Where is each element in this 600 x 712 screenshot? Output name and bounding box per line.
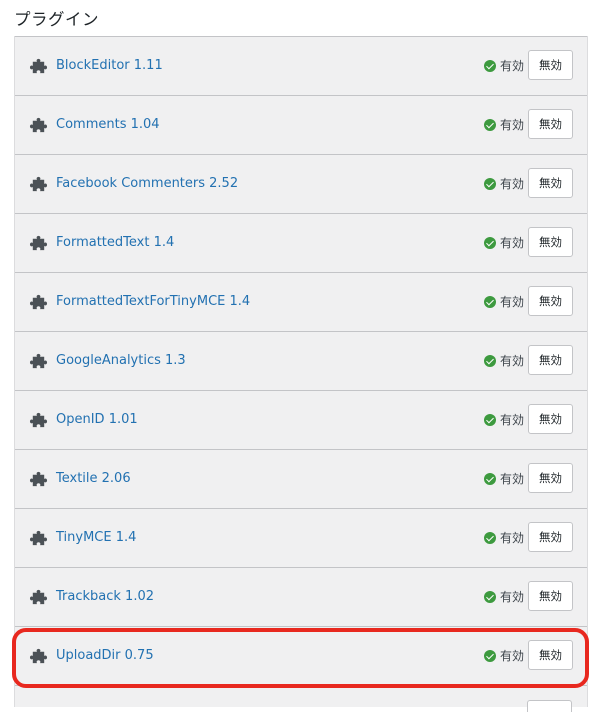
status-badge: 有効 — [484, 529, 524, 547]
puzzle-icon — [29, 588, 48, 607]
check-circle-icon — [484, 650, 496, 662]
plugin-row: Comments 1.04 有効 無効 — [15, 95, 587, 154]
check-circle-icon — [484, 591, 496, 603]
check-circle-icon — [484, 355, 496, 367]
check-circle-icon — [484, 473, 496, 485]
status-badge: 有効 — [484, 57, 524, 75]
status-badge: 有効 — [484, 293, 524, 311]
plugin-row: FormattedText 1.4 有効 無効 — [15, 213, 587, 272]
check-circle-icon — [484, 414, 496, 426]
deactivate-button[interactable]: 無効 — [528, 109, 573, 139]
puzzle-icon — [29, 647, 48, 666]
deactivate-button[interactable]: 無効 — [528, 345, 573, 375]
status-badge: 有効 — [484, 411, 524, 429]
check-circle-icon — [484, 532, 496, 544]
status-label: 有効 — [500, 118, 525, 132]
status-label: 有効 — [500, 413, 525, 427]
puzzle-icon — [29, 352, 48, 371]
status-label: 有効 — [500, 590, 525, 604]
status-badge: 有効 — [484, 352, 524, 370]
plugin-name-link[interactable]: BlockEditor 1.11 — [56, 57, 163, 75]
status-badge: 有効 — [484, 234, 524, 252]
status-badge: 有効 — [484, 175, 524, 193]
deactivate-button[interactable]: 無効 — [528, 522, 573, 552]
status-label: 有効 — [500, 236, 525, 250]
plugin-name-link[interactable]: Textile 2.06 — [56, 470, 131, 488]
status-label: 有効 — [500, 59, 525, 73]
puzzle-icon — [29, 175, 48, 194]
puzzle-icon — [29, 411, 48, 430]
plugin-row: FormattedTextForTinyMCE 1.4 有効 無効 — [15, 272, 587, 331]
partial-deactivate-button — [527, 700, 572, 712]
deactivate-button[interactable]: 無効 — [528, 404, 573, 434]
deactivate-button[interactable]: 無効 — [528, 463, 573, 493]
status-badge: 有効 — [484, 470, 524, 488]
plugin-name-link[interactable]: GoogleAnalytics 1.3 — [56, 352, 186, 370]
status-label: 有効 — [500, 177, 525, 191]
puzzle-icon — [29, 116, 48, 135]
plugin-row: OpenID 1.01 有効 無効 — [15, 390, 587, 449]
plugin-row: BlockEditor 1.11 有効 無効 — [15, 36, 587, 95]
puzzle-icon — [29, 234, 48, 253]
check-circle-icon — [484, 237, 496, 249]
deactivate-button[interactable]: 無効 — [528, 168, 573, 198]
plugin-name-link[interactable]: Comments 1.04 — [56, 116, 160, 134]
status-label: 有効 — [500, 472, 525, 486]
plugin-row: GoogleAnalytics 1.3 有効 無効 — [15, 331, 587, 390]
puzzle-icon — [29, 529, 48, 548]
puzzle-icon — [29, 470, 48, 489]
plugin-row-partial — [15, 685, 587, 707]
check-circle-icon — [484, 178, 496, 190]
puzzle-icon — [29, 57, 48, 76]
check-circle-icon — [484, 60, 496, 72]
status-badge: 有効 — [484, 116, 524, 134]
deactivate-button[interactable]: 無効 — [528, 50, 573, 80]
plugin-name-link[interactable]: OpenID 1.01 — [56, 411, 138, 429]
status-badge: 有効 — [484, 588, 524, 606]
plugin-name-link[interactable]: TinyMCE 1.4 — [56, 529, 136, 547]
plugin-row: Textile 2.06 有効 無効 — [15, 449, 587, 508]
status-label: 有効 — [500, 649, 525, 663]
plugin-row: TinyMCE 1.4 有効 無効 — [15, 508, 587, 567]
plugin-row: Facebook Commenters 2.52 有効 無効 — [15, 154, 587, 213]
deactivate-button[interactable]: 無効 — [528, 581, 573, 611]
deactivate-button[interactable]: 無効 — [528, 286, 573, 316]
plugin-row: UploadDir 0.75 有効 無効 — [15, 626, 587, 685]
plugin-name-link[interactable]: FormattedText 1.4 — [56, 234, 174, 252]
puzzle-icon — [29, 293, 48, 312]
check-circle-icon — [484, 296, 496, 308]
deactivate-button[interactable]: 無効 — [528, 640, 573, 670]
page-title: プラグイン — [14, 10, 99, 29]
plugin-list: BlockEditor 1.11 有効 無効 Comments 1.04 有効 … — [14, 36, 588, 707]
deactivate-button[interactable]: 無効 — [528, 227, 573, 257]
status-label: 有効 — [500, 531, 525, 545]
status-label: 有効 — [500, 354, 525, 368]
plugin-name-link[interactable]: Trackback 1.02 — [56, 588, 154, 606]
plugin-name-link[interactable]: FormattedTextForTinyMCE 1.4 — [56, 293, 250, 311]
plugin-name-link[interactable]: Facebook Commenters 2.52 — [56, 175, 238, 193]
plugin-name-link[interactable]: UploadDir 0.75 — [56, 647, 154, 665]
check-circle-icon — [484, 119, 496, 131]
plugin-row: Trackback 1.02 有効 無効 — [15, 567, 587, 626]
status-badge: 有効 — [484, 647, 524, 665]
status-label: 有効 — [500, 295, 525, 309]
